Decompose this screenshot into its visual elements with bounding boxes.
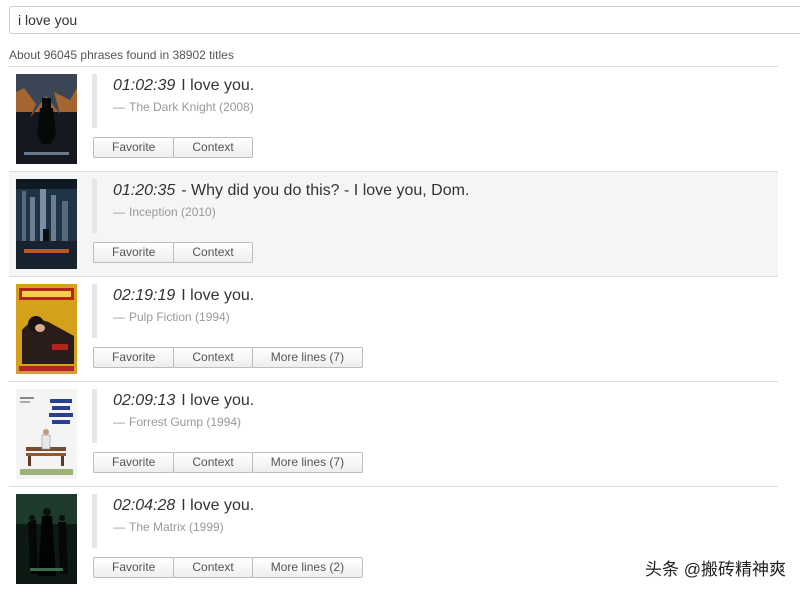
quote-line: 02:19:19 I love you. (113, 287, 254, 305)
quote-line: 02:04:28 I love you. (113, 497, 254, 515)
quote-line: 02:09:13 I love you. (113, 392, 254, 410)
movie-source: — Pulp Fiction (1994) (113, 310, 230, 324)
quote-text: - Why did you do this? - I love you, Dom… (181, 182, 470, 199)
context-button[interactable]: Context (173, 242, 253, 263)
button-group: Favorite Context (93, 242, 253, 263)
timestamp: 01:20:35 (113, 182, 176, 199)
more-lines-button[interactable]: More lines (2) (251, 557, 364, 578)
quote-text: I love you. (181, 287, 255, 304)
favorite-button[interactable]: Favorite (93, 347, 175, 368)
movie-poster[interactable] (16, 284, 77, 374)
source-dash: — (113, 520, 125, 534)
more-lines-button[interactable]: More lines (7) (251, 452, 364, 473)
favorite-button[interactable]: Favorite (93, 452, 175, 473)
quote-line: 01:02:39 I love you. (113, 77, 254, 95)
quote-text: I love you. (181, 497, 255, 514)
results-list: 01:02:39 I love you. — The Dark Knight (20… (9, 66, 778, 591)
movie-title[interactable]: Forrest Gump (1994) (129, 415, 241, 429)
quote-bar (92, 179, 97, 233)
result-item: 01:02:39 I love you. — The Dark Knight (20… (9, 66, 778, 171)
movie-title[interactable]: The Matrix (1999) (129, 520, 224, 534)
timestamp: 02:09:13 (113, 392, 176, 409)
results-summary: About 96045 phrases found in 38902 title… (9, 48, 234, 62)
context-button[interactable]: Context (173, 452, 253, 473)
timestamp: 02:04:28 (113, 497, 176, 514)
context-button[interactable]: Context (173, 557, 253, 578)
movie-poster[interactable] (16, 494, 77, 584)
movie-source: — Inception (2010) (113, 205, 216, 219)
timestamp: 01:02:39 (113, 77, 176, 94)
quote-bar (92, 74, 97, 128)
source-dash: — (113, 100, 125, 114)
quote-text: I love you. (181, 392, 255, 409)
context-button[interactable]: Context (173, 347, 253, 368)
quote-text: I love you. (181, 77, 255, 94)
quote-bar (92, 494, 97, 548)
movie-title[interactable]: Pulp Fiction (1994) (129, 310, 230, 324)
result-item: 02:19:19 I love you. — Pulp Fiction (1994)… (9, 276, 778, 381)
movie-poster[interactable] (16, 389, 77, 479)
movie-source: — The Dark Knight (2008) (113, 100, 254, 114)
more-lines-button[interactable]: More lines (7) (251, 347, 364, 368)
button-group: Favorite Context More lines (7) (93, 452, 364, 473)
movie-poster[interactable] (16, 74, 77, 164)
movie-title[interactable]: The Dark Knight (2008) (129, 100, 254, 114)
favorite-button[interactable]: Favorite (93, 557, 175, 578)
favorite-button[interactable]: Favorite (93, 137, 175, 158)
movie-poster[interactable] (16, 179, 77, 269)
quote-line: 01:20:35 - Why did you do this? - I love … (113, 182, 469, 200)
favorite-button[interactable]: Favorite (93, 242, 175, 263)
movie-source: — The Matrix (1999) (113, 520, 224, 534)
context-button[interactable]: Context (173, 137, 253, 158)
button-group: Favorite Context More lines (7) (93, 347, 364, 368)
movie-title[interactable]: Inception (2010) (129, 205, 216, 219)
result-item: 02:09:13 I love you. — Forrest Gump (1994)… (9, 381, 778, 486)
quote-bar (92, 389, 97, 443)
button-group: Favorite Context More lines (2) (93, 557, 364, 578)
button-group: Favorite Context (93, 137, 253, 158)
quote-bar (92, 284, 97, 338)
timestamp: 02:19:19 (113, 287, 176, 304)
result-item: 01:20:35 - Why did you do this? - I love … (9, 171, 778, 276)
source-dash: — (113, 205, 125, 219)
search-input[interactable] (9, 6, 800, 34)
source-dash: — (113, 415, 125, 429)
source-dash: — (113, 310, 125, 324)
movie-source: — Forrest Gump (1994) (113, 415, 241, 429)
watermark: 头条 @搬砖精神爽 (645, 560, 786, 579)
